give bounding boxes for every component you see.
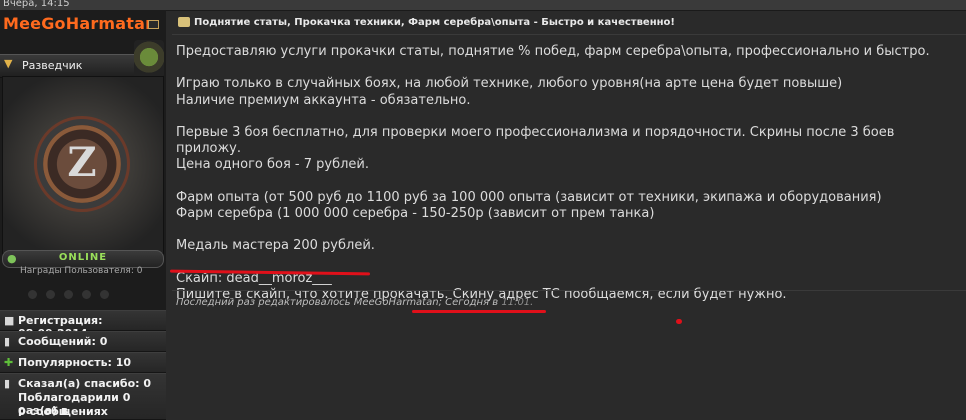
stat-thanks: ▮ Сказал(а) спасибо: 0 Поблагодарили 0 р… [0,373,166,420]
document-icon: ▮ [4,335,11,348]
username-link[interactable]: MeeGoHarmatan [3,14,157,33]
red-dot-mark [676,319,682,324]
post-icon [178,17,190,27]
edited-note: Последний раз редактировалось MeeGoHarma… [176,297,533,308]
red-underline-edit [412,310,546,313]
post-divider [172,290,966,291]
chevron-rank-icon: ▼ [4,57,13,70]
document-icon: ▮ [4,377,11,390]
calendar-icon: ■ [4,314,15,327]
avatar-emblem: Z [43,125,121,203]
rank-label: Разведчик [22,59,83,72]
private-message-icon[interactable] [148,20,159,29]
post-line: Фарм серебра (1 000 000 серебра - 150-25… [176,205,655,221]
post-line: Играю только в случайных боях, на любой … [176,76,843,92]
post-line: Наличие премиум аккаунта - обязательно. [176,92,471,108]
thanked-posts-text: 0 сообщениях [18,405,108,418]
stat-posts: ▮ Сообщений: 0 [0,331,166,352]
plus-icon: ✚ [4,356,14,369]
post-title-row: Поднятие статы, Прокачка техники, Фарм с… [172,14,966,35]
edited-note-text: Последний раз редактировалось MeeGoHarma… [176,297,502,308]
post-body: Предоставляю услуги прокачки статы, подн… [176,44,956,303]
avatar-letter: Z [67,139,97,186]
thanks-text: Сказал(а) спасибо: 0 [18,377,152,390]
post-line: Фарм опыта (от 500 руб до 1100 руб за 10… [176,189,882,205]
awards-label: Награды Пользователя: 0 [20,266,143,276]
award-slots [28,284,118,303]
edited-time: 11:01. [501,297,534,308]
posts-count-text: Сообщений: 0 [18,335,108,348]
online-status-text: ONLINE [58,252,108,263]
rank-row: ▼ Разведчик [0,54,136,78]
post-title: Поднятие статы, Прокачка техники, Фарм с… [194,17,675,28]
popularity-text: Популярность: 10 [18,356,132,369]
post-line: Предоставляю услуги прокачки статы, подн… [176,44,930,59]
post-line: Первые 3 боя бесплатно, для проверки мое… [176,124,895,157]
stat-registration: ■ Регистрация: 08.09.2014 [0,310,166,340]
avatar[interactable]: Z [2,76,164,254]
rank-emblem-icon [134,40,164,78]
post-line: Медаль мастера 200 рублей. [176,238,375,254]
post-line: Цена одного боя - 7 рублей. [176,157,370,173]
stat-popularity: ✚ Популярность: 10 [0,352,166,373]
post-date: Вчера, 14:15 [3,0,70,9]
